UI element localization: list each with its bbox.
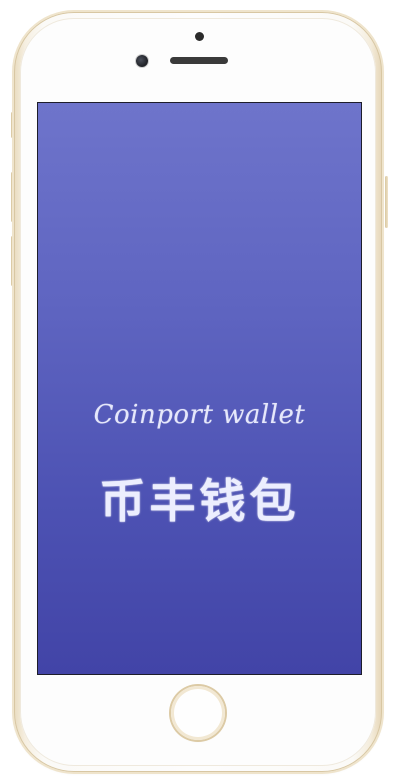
home-button-icon[interactable] [171,686,225,740]
splash-screen[interactable]: Coinport wallet 币丰钱包 [38,103,361,674]
app-subtitle: Coinport wallet [93,400,306,430]
front-camera-icon [136,55,148,67]
power-button[interactable] [385,176,388,228]
app-title: 币丰钱包 [99,474,300,528]
proximity-sensor-icon [195,32,204,41]
device-mockup: Coinport wallet 币丰钱包 [0,0,400,780]
earpiece-speaker-icon [170,57,228,64]
